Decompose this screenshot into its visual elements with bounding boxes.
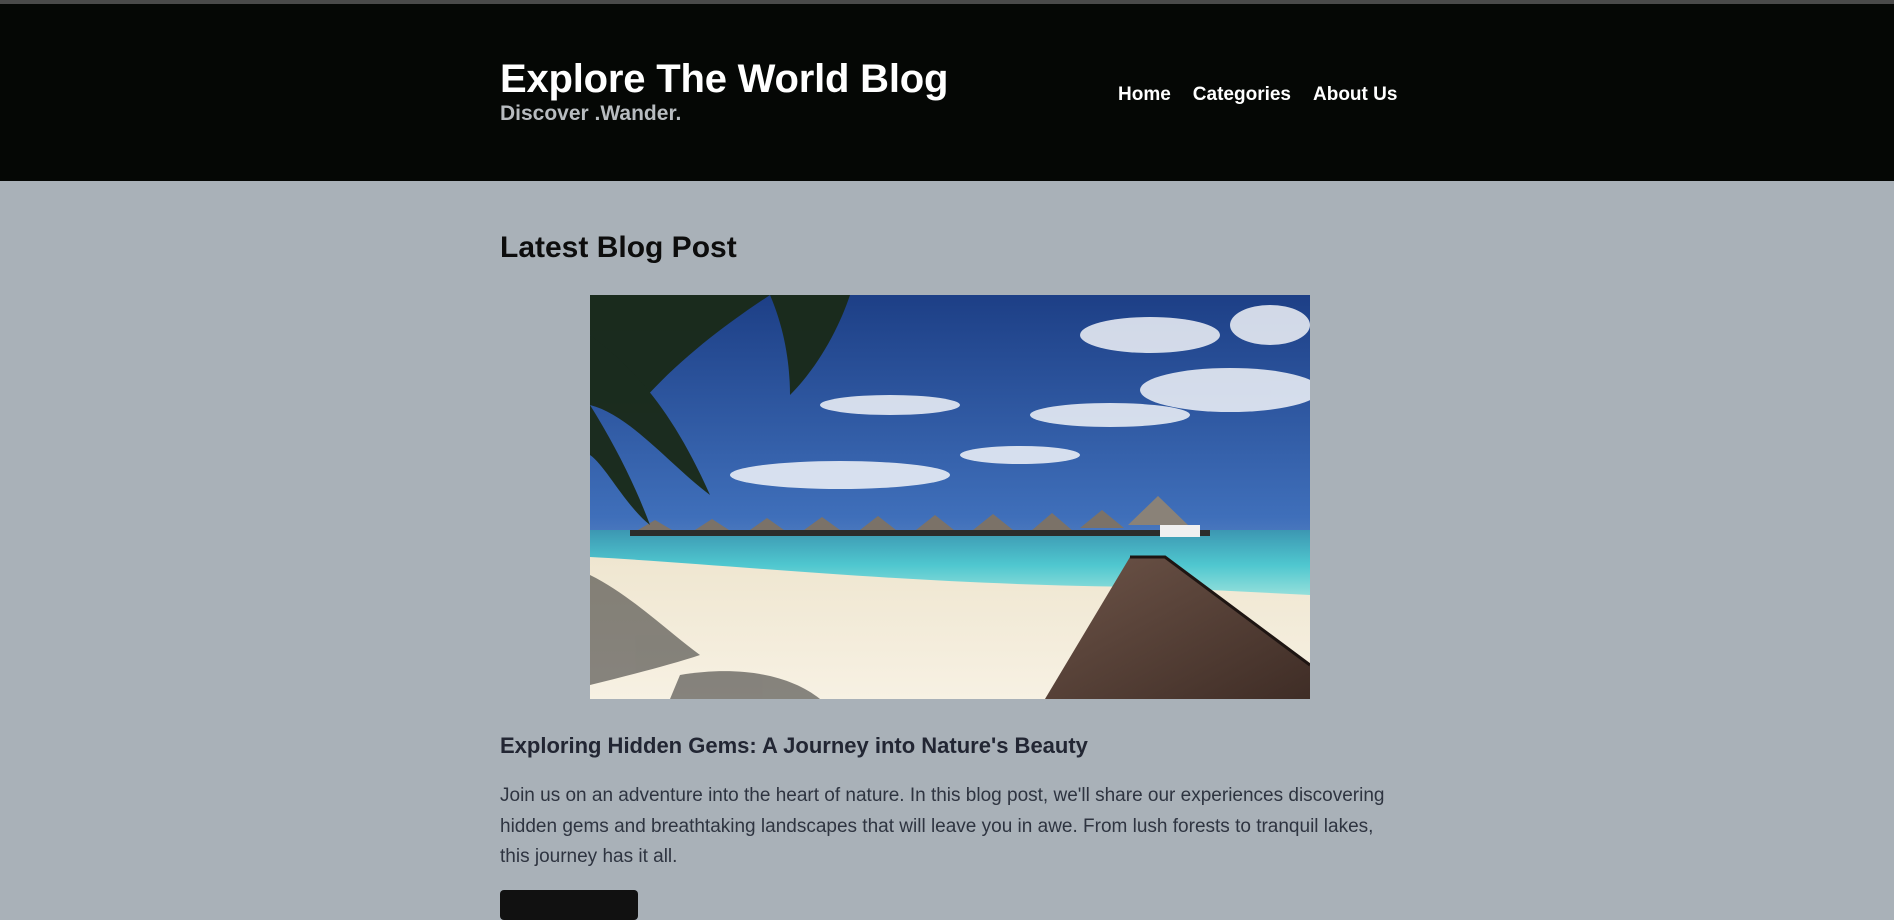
nav-item-home[interactable]: Home bbox=[1118, 84, 1171, 106]
read-more-button[interactable] bbox=[500, 890, 638, 920]
site-header: Explore The World Blog Discover .Wander.… bbox=[0, 4, 1894, 181]
beach-scene-illustration bbox=[590, 295, 1310, 699]
site-title[interactable]: Explore The World Blog bbox=[500, 56, 948, 102]
post-image[interactable] bbox=[590, 295, 1310, 699]
section-title: Latest Blog Post bbox=[500, 231, 737, 264]
site-tagline: Discover .Wander. bbox=[500, 102, 682, 125]
brand: Explore The World Blog Discover .Wander. bbox=[500, 56, 948, 126]
main-nav: Home Categories About Us bbox=[1118, 84, 1397, 106]
post-title[interactable]: Exploring Hidden Gems: A Journey into Na… bbox=[500, 733, 1088, 759]
nav-item-about-us[interactable]: About Us bbox=[1313, 84, 1397, 106]
nav-item-categories[interactable]: Categories bbox=[1193, 84, 1291, 106]
post-excerpt: Join us on an adventure into the heart o… bbox=[500, 785, 1385, 867]
